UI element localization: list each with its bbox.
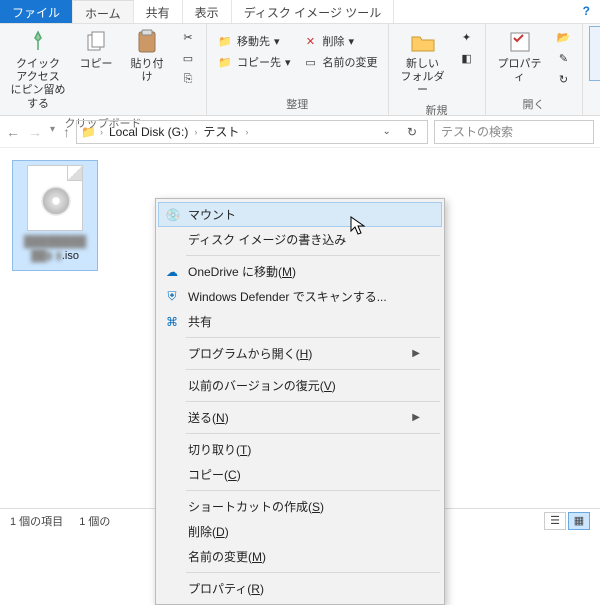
- ribbon-group-new: 新しい フォルダー ✦ ◧ 新規: [389, 24, 486, 115]
- easy-access-icon: ◧: [459, 50, 475, 66]
- disc-image-icon: [27, 165, 83, 231]
- ribbon-group-organize: 📁移動先 ▾ 📁コピー先 ▾ ✕削除 ▾ ▭名前の変更 整理: [207, 24, 389, 115]
- scissors-icon: ✂: [180, 29, 196, 45]
- status-selected: 1 個の: [79, 513, 110, 529]
- pin-to-quick-access-button[interactable]: クイック アクセス にピン留めする: [6, 26, 70, 113]
- ctx-onedrive[interactable]: ☁OneDrive に移動(M): [158, 259, 442, 284]
- open-dd-button[interactable]: 📂: [552, 28, 576, 46]
- file-item-iso[interactable]: ██████████▮ ▮.iso: [12, 160, 98, 271]
- tab-share[interactable]: 共有: [134, 0, 183, 23]
- nav-up-button[interactable]: ↑: [63, 124, 70, 140]
- properties-button[interactable]: プロパティ: [492, 26, 548, 86]
- pin-icon: [24, 28, 52, 56]
- file-name: ██████████▮ ▮.iso: [15, 235, 95, 264]
- view-icons-button[interactable]: ▦: [568, 512, 590, 530]
- copy-button[interactable]: コピー: [74, 26, 118, 73]
- ctx-properties[interactable]: プロパティ(R): [158, 576, 442, 601]
- ctx-separator: [186, 490, 440, 491]
- nav-forward-button[interactable]: →: [28, 124, 42, 140]
- tab-home[interactable]: ホーム: [73, 0, 134, 23]
- copy-path-button[interactable]: ▭: [176, 49, 200, 67]
- crumb-folder[interactable]: テスト: [201, 123, 241, 140]
- refresh-button[interactable]: ↻: [401, 125, 423, 139]
- delete-icon: ✕: [303, 33, 319, 49]
- new-item-button[interactable]: ✦: [455, 28, 479, 46]
- ctx-mount[interactable]: 💿マウント: [158, 202, 442, 227]
- context-menu: 💿マウント ディスク イメージの書き込み ☁OneDrive に移動(M) ⛨W…: [155, 198, 445, 605]
- nav-arrows: ← → ▾ ↑: [6, 124, 70, 140]
- search-input[interactable]: テストの検索: [434, 120, 594, 144]
- path-icon: ▭: [180, 50, 196, 66]
- ctx-copy[interactable]: コピー(C): [158, 462, 442, 487]
- shield-icon: ⛨: [164, 289, 180, 305]
- paste-button[interactable]: 貼り付け: [122, 26, 172, 86]
- cut-button[interactable]: ✂: [176, 28, 200, 46]
- select-button[interactable]: 選択: [589, 26, 600, 81]
- ribbon-group-open: プロパティ 📂 ✎ ↻ 開く: [486, 24, 583, 115]
- address-row: ← → ▾ ↑ 📁 › Local Disk (G:) › テスト › ⌄ ↻ …: [0, 116, 600, 148]
- nav-back-button[interactable]: ←: [6, 124, 20, 140]
- new-folder-icon: [409, 28, 437, 56]
- view-details-button[interactable]: ☰: [544, 512, 566, 530]
- ctx-separator: [186, 401, 440, 402]
- new-folder-button[interactable]: 新しい フォルダー: [395, 26, 451, 100]
- ctx-separator: [186, 433, 440, 434]
- edit-icon: ✎: [556, 50, 572, 66]
- edit-button[interactable]: ✎: [552, 49, 576, 67]
- ribbon-group-clipboard: クイック アクセス にピン留めする コピー 貼り付け ✂ ▭ ⎘ クリップボード: [0, 24, 207, 115]
- ctx-send-to[interactable]: 送る(N)▶: [158, 405, 442, 430]
- copy-icon: [82, 28, 110, 56]
- cursor-icon: [350, 216, 366, 241]
- history-icon: ↻: [556, 71, 572, 87]
- crumb-drive[interactable]: Local Disk (G:): [107, 125, 190, 139]
- easy-access-button[interactable]: ◧: [455, 49, 479, 67]
- onedrive-icon: ☁: [164, 264, 180, 280]
- window-tabs: ファイル ホーム 共有 表示 ディスク イメージ ツール ?: [0, 0, 600, 24]
- rename-button[interactable]: ▭名前の変更: [299, 53, 382, 71]
- ctx-separator: [186, 337, 440, 338]
- group-label-open: 開く: [523, 94, 545, 115]
- disc-icon: 💿: [165, 207, 181, 223]
- move-to-icon: 📁: [217, 33, 233, 49]
- ctx-separator: [186, 255, 440, 256]
- new-item-icon: ✦: [459, 29, 475, 45]
- ctx-cut[interactable]: 切り取り(T): [158, 437, 442, 462]
- address-bar[interactable]: 📁 › Local Disk (G:) › テスト › ⌄ ↻: [76, 120, 428, 144]
- copy-to-icon: 📁: [217, 54, 233, 70]
- nav-recent-button[interactable]: ▾: [50, 124, 55, 140]
- ctx-burn[interactable]: ディスク イメージの書き込み: [158, 227, 442, 252]
- share-icon: ⌘: [164, 314, 180, 330]
- ctx-share[interactable]: ⌘共有: [158, 309, 442, 334]
- ctx-separator: [186, 572, 440, 573]
- ribbon: クイック アクセス にピン留めする コピー 貼り付け ✂ ▭ ⎘ クリップボード…: [0, 24, 600, 116]
- open-icon: 📂: [556, 29, 572, 45]
- copy-to-button[interactable]: 📁コピー先 ▾: [213, 53, 295, 71]
- group-label-new: 新規: [426, 100, 448, 121]
- history-button[interactable]: ↻: [552, 70, 576, 88]
- drive-icon: 📁: [81, 125, 96, 139]
- ctx-separator: [186, 369, 440, 370]
- ctx-restore-versions[interactable]: 以前のバージョンの復元(V): [158, 373, 442, 398]
- status-item-count: 1 個の項目: [10, 513, 63, 529]
- ctx-open-with[interactable]: プログラムから開く(H)▶: [158, 341, 442, 366]
- properties-icon: [506, 28, 534, 56]
- paste-icon: [133, 28, 161, 56]
- ctx-defender[interactable]: ⛨Windows Defender でスキャンする...: [158, 284, 442, 309]
- help-icon[interactable]: ?: [573, 0, 600, 23]
- rename-icon: ▭: [303, 54, 319, 70]
- ctx-rename[interactable]: 名前の変更(M): [158, 544, 442, 569]
- tab-file[interactable]: ファイル: [0, 0, 73, 23]
- ctx-create-shortcut[interactable]: ショートカットの作成(S): [158, 494, 442, 519]
- tab-view[interactable]: 表示: [183, 0, 232, 23]
- shortcut-icon: ⎘: [180, 71, 196, 87]
- move-to-button[interactable]: 📁移動先 ▾: [213, 32, 295, 50]
- address-dropdown-button[interactable]: ⌄: [377, 126, 397, 137]
- delete-button[interactable]: ✕削除 ▾: [299, 32, 382, 50]
- tab-disc-image-tools[interactable]: ディスク イメージ ツール: [232, 0, 395, 23]
- ribbon-group-select: 選択: [583, 24, 600, 115]
- group-label-organize: 整理: [286, 94, 308, 115]
- paste-shortcut-button[interactable]: ⎘: [176, 70, 200, 88]
